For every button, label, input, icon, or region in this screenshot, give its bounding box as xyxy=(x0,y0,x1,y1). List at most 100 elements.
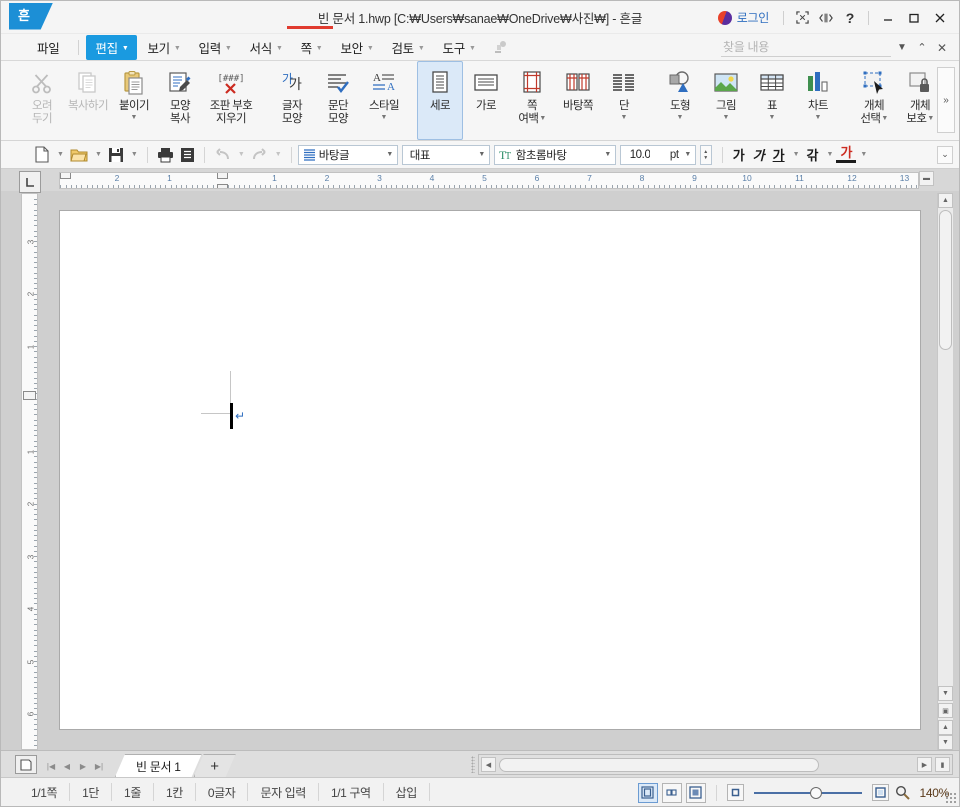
ribbon-button-object-select[interactable]: 개체 선택▼ xyxy=(851,61,897,140)
chevron-down-icon[interactable]: ▼ xyxy=(383,146,397,164)
zoom-slider-knob[interactable] xyxy=(809,786,822,799)
window-resize-grip[interactable] xyxy=(945,792,957,804)
single-page-view-button[interactable] xyxy=(637,782,658,803)
chevron-down-icon[interactable]: ▼ xyxy=(893,37,911,59)
chevron-down-icon[interactable]: ▼ xyxy=(92,151,105,158)
ribbon-button-para-shape[interactable]: 문단 모양 xyxy=(315,61,361,140)
close-button[interactable] xyxy=(927,6,953,30)
vertical-scroll-thumb[interactable] xyxy=(939,210,952,350)
font-color-button[interactable]: 가 xyxy=(836,146,857,163)
next-page-button[interactable]: ▼ xyxy=(938,735,953,750)
undo-icon[interactable] xyxy=(211,144,234,166)
font-family-combo[interactable]: TT 함초롬바탕 ▼ xyxy=(493,144,616,165)
chevron-down-icon[interactable]: ▼ xyxy=(769,114,776,122)
login-button[interactable]: 로그인 xyxy=(710,9,777,26)
chevron-down-icon[interactable]: ▼ xyxy=(381,114,388,122)
fullscreen-icon[interactable] xyxy=(790,6,814,30)
chevron-up-icon[interactable]: ⌃ xyxy=(913,37,931,59)
addin-icon[interactable] xyxy=(489,36,511,58)
chevron-down-icon[interactable]: ▼ xyxy=(621,114,628,122)
chevron-down-icon[interactable]: ▼ xyxy=(790,151,803,158)
scroll-collapse-icon[interactable]: ▬ xyxy=(919,171,934,186)
ribbon-toggle-icon[interactable] xyxy=(814,6,838,30)
redo-icon[interactable] xyxy=(248,144,271,166)
scroll-left-button[interactable]: ◀ xyxy=(481,757,496,772)
chevron-down-icon[interactable]: ▼ xyxy=(824,151,837,158)
format-toolbar-expand-button[interactable]: ⌄ xyxy=(937,145,953,164)
scroll-down-button[interactable]: ▼ xyxy=(938,686,953,701)
strikethrough-button[interactable]: 갂 xyxy=(803,145,823,164)
menu-item-page[interactable]: 쪽 ▼ xyxy=(293,35,331,60)
menu-item-tools[interactable]: 도구 ▼ xyxy=(435,35,484,60)
scroll-up-button[interactable]: ▲ xyxy=(938,193,953,208)
maximize-button[interactable] xyxy=(901,6,927,30)
top-margin-marker[interactable] xyxy=(23,391,36,400)
magnifier-icon[interactable] xyxy=(893,783,913,803)
horizontal-scrollbar[interactable]: ◀ ▶ ▮ xyxy=(478,754,953,775)
next-tab-button[interactable]: ▶ xyxy=(75,755,91,777)
chevron-down-icon[interactable]: ▼ xyxy=(54,151,67,158)
new-document-icon[interactable] xyxy=(31,144,53,166)
menu-item-review[interactable]: 검토 ▼ xyxy=(383,35,432,60)
previous-tab-button[interactable]: ◀ xyxy=(59,755,75,777)
first-line-indent-marker[interactable] xyxy=(217,173,228,179)
chevron-down-icon[interactable]: ▼ xyxy=(272,151,285,158)
print-preview-icon[interactable] xyxy=(177,144,198,166)
ribbon-button-cut[interactable]: 오려 두기 xyxy=(19,61,65,140)
search-input[interactable] xyxy=(721,38,891,57)
ribbon-button-copy[interactable]: 복사하기 xyxy=(65,61,111,140)
save-icon[interactable] xyxy=(105,144,127,166)
chevron-down-icon[interactable]: ▼ xyxy=(128,151,141,158)
minimize-button[interactable] xyxy=(875,6,901,30)
zoom-slider[interactable] xyxy=(753,785,862,801)
font-size-stepper[interactable]: ▲ ▼ xyxy=(699,144,712,165)
menu-item-format[interactable]: 서식 ▼ xyxy=(242,35,291,60)
last-tab-button[interactable]: ▶| xyxy=(91,755,107,777)
ribbon-button-format-copy[interactable]: 모양 복사 xyxy=(157,61,203,140)
stepper-down-icon[interactable]: ▼ xyxy=(703,155,708,161)
zoom-out-button[interactable] xyxy=(726,784,744,801)
close-icon[interactable]: ✕ xyxy=(933,37,951,59)
ribbon-button-columns[interactable]: 단 ▼ xyxy=(601,61,647,140)
chevron-down-icon[interactable]: ▼ xyxy=(601,146,615,164)
chevron-down-icon[interactable]: ▼ xyxy=(539,115,546,122)
document-tab-blank1[interactable]: 빈 문서 1 xyxy=(115,754,202,777)
zoom-in-button[interactable] xyxy=(871,784,889,801)
left-margin-marker[interactable] xyxy=(60,173,71,179)
vertical-ruler[interactable]: 3 2 1 1 2 3 4 5 6 xyxy=(21,193,38,750)
open-file-icon[interactable] xyxy=(67,144,91,166)
print-icon[interactable] xyxy=(154,144,177,166)
chevron-down-icon[interactable]: ▼ xyxy=(927,115,934,122)
ribbon-button-portrait[interactable]: 세로 xyxy=(417,61,463,140)
horizontal-ruler[interactable]: 2 1 1 2 3 4 5 6 7 8 9 10 11 12 13 xyxy=(59,172,919,189)
menu-item-security[interactable]: 보안 ▼ xyxy=(332,35,381,60)
chevron-down-icon[interactable]: ▼ xyxy=(475,146,489,164)
chevron-down-icon[interactable]: ▼ xyxy=(681,146,695,164)
horizontal-scroll-thumb[interactable] xyxy=(499,757,819,772)
ruler-corner-button[interactable] xyxy=(19,171,41,193)
left-indent-marker[interactable] xyxy=(217,184,228,188)
ribbon-button-table[interactable]: 표 ▼ xyxy=(749,61,795,140)
facing-page-view-button[interactable] xyxy=(661,782,682,803)
menu-item-file[interactable]: 파일 xyxy=(29,35,67,60)
menu-item-input[interactable]: 입력 ▼ xyxy=(191,35,240,60)
chevron-down-icon[interactable]: ▼ xyxy=(881,115,888,122)
document-page[interactable]: ↵ xyxy=(59,210,921,730)
menu-item-view[interactable]: 보기 ▼ xyxy=(139,35,188,60)
chevron-down-icon[interactable]: ▼ xyxy=(131,114,138,122)
menu-item-edit[interactable]: 편집 ▼ xyxy=(86,34,138,60)
scroll-end-button[interactable]: ▮ xyxy=(935,757,950,772)
chevron-down-icon[interactable]: ▼ xyxy=(815,114,822,122)
underline-button[interactable]: 가 xyxy=(769,145,789,164)
italic-button[interactable]: 가 xyxy=(749,145,769,164)
scroll-grip[interactable] xyxy=(471,756,475,773)
chevron-down-icon[interactable]: ▼ xyxy=(857,151,870,158)
help-icon[interactable]: ? xyxy=(838,6,862,30)
font-size-combo[interactable]: 10.0 pt ▼ xyxy=(619,144,696,165)
previous-page-button[interactable]: ▲ xyxy=(938,720,953,735)
page-layout-button[interactable]: ▣ xyxy=(938,703,953,718)
paragraph-style-combo[interactable]: 바탕글 ▼ xyxy=(297,144,398,165)
ribbon-button-background[interactable]: 바탕쪽 xyxy=(555,61,601,140)
bold-button[interactable]: 가 xyxy=(729,145,749,164)
scroll-right-button[interactable]: ▶ xyxy=(917,757,932,772)
